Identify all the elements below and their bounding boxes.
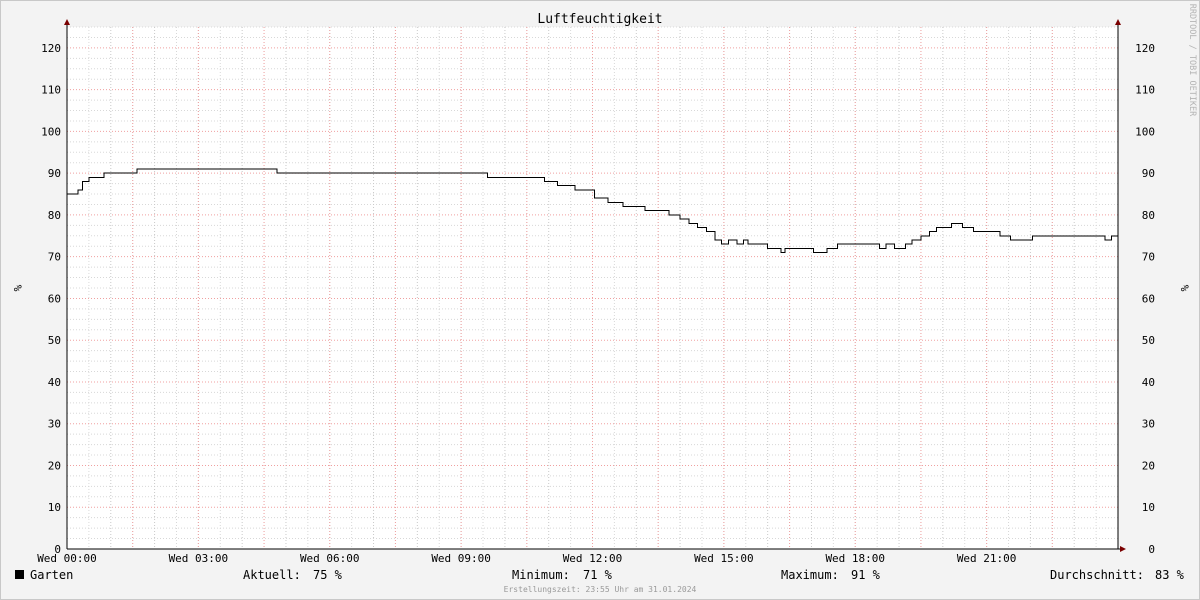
x-tick-label: Wed 00:00 xyxy=(37,552,97,565)
y-tick-label-right: 100 xyxy=(1135,125,1155,138)
y-axis-label-right: % xyxy=(1178,285,1191,292)
y-axis-label-left: % xyxy=(11,285,24,292)
y-axis-arrow-right xyxy=(1115,19,1121,25)
y-tick-label-right: 40 xyxy=(1142,376,1155,389)
y-tick-label-right: 10 xyxy=(1142,501,1155,514)
y-tick-label-left: 80 xyxy=(48,209,61,222)
y-tick-label-left: 120 xyxy=(41,42,61,55)
y-tick-label-left: 100 xyxy=(41,125,61,138)
vertical-credit: RRDTOOL / TOBI OETIKER xyxy=(1187,4,1197,117)
x-tick-label: Wed 15:00 xyxy=(694,552,754,565)
legend-swatch xyxy=(15,570,24,579)
y-tick-label-right: 80 xyxy=(1142,209,1155,222)
x-tick-label: Wed 06:00 xyxy=(300,552,360,565)
current-value: 75 % xyxy=(313,568,342,582)
y-tick-label-right: 60 xyxy=(1142,292,1155,305)
y-tick-label-right: 50 xyxy=(1142,334,1155,347)
x-tick-label: Wed 12:00 xyxy=(563,552,623,565)
average-value: 83 % xyxy=(1155,568,1184,582)
y-tick-label-left: 40 xyxy=(48,376,61,389)
y-axis-arrow-left xyxy=(64,19,70,25)
x-tick-label: Wed 21:00 xyxy=(957,552,1017,565)
generation-time-footer: Erstellungszeit: 23:55 Uhr am 31.01.2024 xyxy=(503,585,697,594)
y-tick-label-left: 10 xyxy=(48,501,61,514)
chart-canvas: 0 010 1020 2030 3040 4050 5060 6070 7080 8090 9010… xyxy=(11,4,1197,565)
y-tick-label-left: 20 xyxy=(48,459,61,472)
y-tick-label-right: 30 xyxy=(1142,418,1155,431)
y-tick-label-right: 70 xyxy=(1142,251,1155,264)
maximum-value: 91 % xyxy=(851,568,880,582)
chart-title: Luftfeuchtigkeit xyxy=(537,12,662,27)
y-tick-label-right: 120 xyxy=(1135,42,1155,55)
legend: Garten Aktuell: 75 % Minimum: 71 % Maxim… xyxy=(0,566,1200,584)
y-tick-label-left: 70 xyxy=(48,251,61,264)
y-tick-label-left: 30 xyxy=(48,418,61,431)
minimum-value: 71 % xyxy=(583,568,612,582)
x-tick-label: Wed 03:00 xyxy=(169,552,229,565)
legend-series-name: Garten xyxy=(30,568,74,582)
x-axis-arrow xyxy=(1120,546,1126,552)
y-tick-label-right: 0 xyxy=(1148,543,1155,556)
y-tick-label-left: 110 xyxy=(41,84,61,97)
y-tick-label-left: 50 xyxy=(48,334,61,347)
y-tick-label-left: 90 xyxy=(48,167,61,180)
x-tick-label: Wed 18:00 xyxy=(825,552,885,565)
maximum-label: Maximum: xyxy=(781,568,839,582)
y-tick-label-right: 20 xyxy=(1142,459,1155,472)
y-tick-label-right: 110 xyxy=(1135,84,1155,97)
current-label: Aktuell: xyxy=(243,568,301,582)
minimum-label: Minimum: xyxy=(512,568,570,582)
y-tick-label-left: 60 xyxy=(48,292,61,305)
x-tick-label: Wed 09:00 xyxy=(431,552,491,565)
y-tick-label-right: 90 xyxy=(1142,167,1155,180)
average-label: Durchschnitt: xyxy=(1050,568,1144,582)
